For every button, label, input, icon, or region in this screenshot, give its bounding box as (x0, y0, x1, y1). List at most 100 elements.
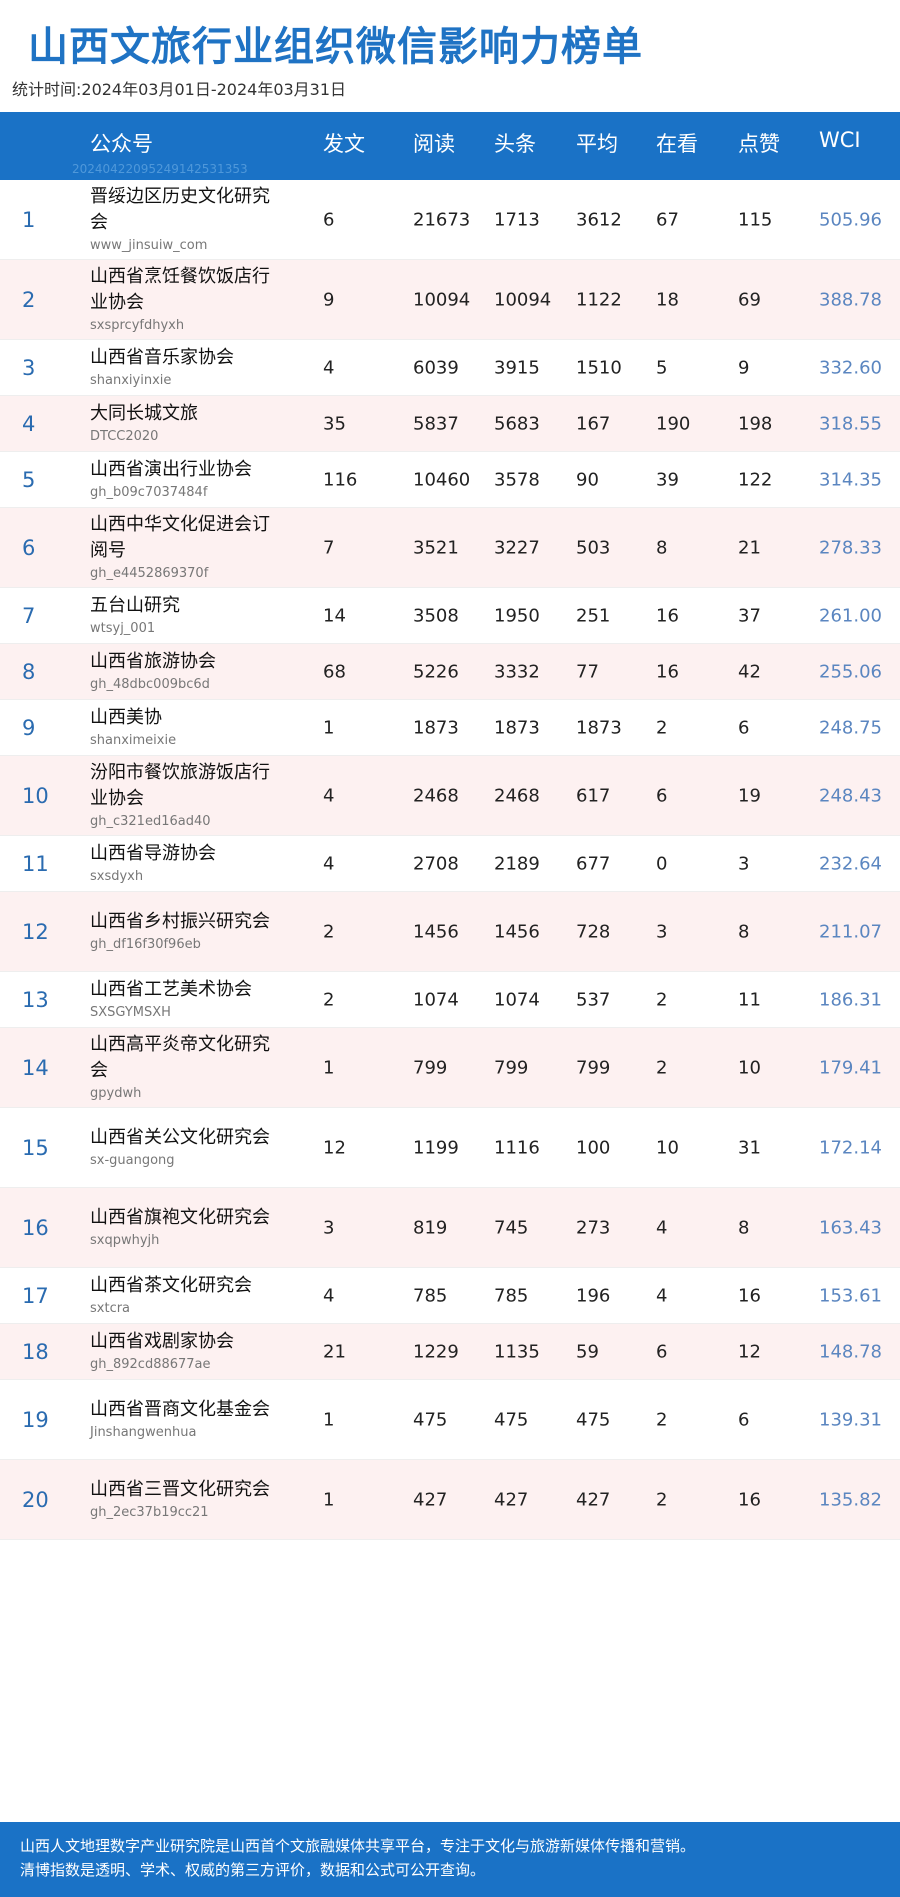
cell-likes: 11 (738, 989, 761, 1010)
col-posts: 发文 (323, 132, 365, 156)
cell-average: 167 (576, 413, 611, 434)
cell-wci: 163.43 (819, 1217, 882, 1238)
cell-watching: 4 (656, 1285, 668, 1306)
cell-reads: 21673 (413, 209, 471, 230)
account-cell: 山西省茶文化研究会 sxtcra (90, 1273, 270, 1319)
cell-posts: 4 (323, 357, 335, 378)
table-row: 3 山西省音乐家协会 shanxiyinxie 4 6039 3915 1510 5 9 332.… (0, 340, 900, 396)
cell-watching: 18 (656, 289, 679, 310)
account-name: 山西高平炎帝文化研究会 (90, 1033, 270, 1081)
rank-number: 6 (22, 535, 36, 560)
cell-average: 196 (576, 1285, 611, 1306)
account-cell: 山西省导游协会 sxsdyxh (90, 841, 270, 887)
account-cell: 山西省晋商文化基金会 Jinshangwenhua (90, 1397, 270, 1443)
account-cell: 汾阳市餐饮旅游饭店行业协会 gh_c321ed16ad40 (90, 760, 270, 832)
account-id: wtsyj_001 (90, 620, 156, 636)
account-id: gh_892cd88677ae (90, 1356, 211, 1372)
cell-watching: 2 (656, 989, 668, 1010)
rank-number: 13 (22, 987, 49, 1012)
footer-line-2: 清博指数是透明、学术、权威的第三方评价，数据和公式可公开查询。 (20, 1861, 486, 1879)
account-name: 晋绥边区历史文化研究会 (90, 185, 270, 233)
cell-likes: 8 (738, 921, 750, 942)
account-id: gh_2ec37b19cc21 (90, 1504, 209, 1520)
ranking-table: 1 晋绥边区历史文化研究会 www_jinsuiw_com 6 21673 1713 361… (0, 180, 900, 1540)
cell-wci: 388.78 (819, 289, 882, 310)
header-id: 20240422095249142531353 (72, 162, 248, 176)
cell-reads: 1873 (413, 717, 459, 738)
page-title: 山西文旅行业组织微信影响力榜单 (28, 24, 643, 70)
account-name: 山西省工艺美术协会 (90, 978, 252, 1000)
cell-likes: 6 (738, 717, 750, 738)
table-row: 8 山西省旅游协会 gh_48dbc009bc6d 68 5226 3332 77 16 42 2… (0, 644, 900, 700)
rank-number: 7 (22, 603, 36, 628)
cell-posts: 1 (323, 1409, 335, 1430)
account-id: gh_b09c7037484f (90, 484, 208, 500)
cell-likes: 16 (738, 1489, 761, 1510)
account-cell: 大同长城文旅 DTCC2020 (90, 401, 270, 447)
cell-average: 90 (576, 469, 599, 490)
cell-watching: 5 (656, 357, 668, 378)
cell-posts: 14 (323, 605, 346, 626)
col-average: 平均 (576, 132, 618, 156)
cell-reads: 475 (413, 1409, 448, 1430)
account-cell: 山西省旅游协会 gh_48dbc009bc6d (90, 649, 270, 695)
cell-reads: 5837 (413, 413, 459, 434)
cell-wci: 172.14 (819, 1137, 882, 1158)
cell-average: 728 (576, 921, 611, 942)
account-id: shanximeixie (90, 732, 177, 748)
footer-line-1: 山西人文地理数字产业研究院是山西首个文旅融媒体共享平台，专注于文化与旅游新媒体传… (20, 1837, 696, 1855)
cell-posts: 4 (323, 785, 335, 806)
cell-watching: 4 (656, 1217, 668, 1238)
cell-reads: 427 (413, 1489, 448, 1510)
account-id: gh_c321ed16ad40 (90, 813, 211, 829)
cell-watching: 39 (656, 469, 679, 490)
cell-headline: 2468 (494, 785, 540, 806)
cell-watching: 16 (656, 661, 679, 682)
cell-posts: 2 (323, 989, 335, 1010)
account-id: gh_df16f30f96eb (90, 936, 201, 952)
rank-number: 11 (22, 851, 49, 876)
rank-number: 2 (22, 287, 36, 312)
account-id: gpydwh (90, 1085, 142, 1101)
cell-reads: 10460 (413, 469, 471, 490)
cell-posts: 21 (323, 1341, 346, 1362)
rank-number: 18 (22, 1339, 49, 1364)
cell-likes: 19 (738, 785, 761, 806)
account-id: sxqpwhyjh (90, 1232, 160, 1248)
table-row: 7 五台山研究 wtsyj_001 14 3508 1950 251 16 37 261.00 (0, 588, 900, 644)
cell-wci: 148.78 (819, 1341, 882, 1362)
rank-number: 8 (22, 659, 36, 684)
rank-number: 19 (22, 1407, 49, 1432)
cell-wci: 318.55 (819, 413, 882, 434)
cell-posts: 1 (323, 1057, 335, 1078)
cell-posts: 2 (323, 921, 335, 942)
cell-average: 251 (576, 605, 611, 626)
account-name: 山西省晋商文化基金会 (90, 1398, 270, 1420)
cell-headline: 475 (494, 1409, 529, 1430)
table-row: 11 山西省导游协会 sxsdyxh 4 2708 2189 677 0 3 232.64 (0, 836, 900, 892)
table-row: 20 山西省三晋文化研究会 gh_2ec37b19cc21 1 427 427 427 2 16… (0, 1460, 900, 1540)
cell-wci: 332.60 (819, 357, 882, 378)
rank-number: 20 (22, 1487, 49, 1512)
cell-headline: 745 (494, 1217, 529, 1238)
cell-average: 3612 (576, 209, 622, 230)
cell-watching: 67 (656, 209, 679, 230)
cell-reads: 1199 (413, 1137, 459, 1158)
cell-watching: 2 (656, 717, 668, 738)
cell-watching: 3 (656, 921, 668, 942)
cell-wci: 232.64 (819, 853, 882, 874)
cell-posts: 68 (323, 661, 346, 682)
account-id: gh_e4452869370f (90, 565, 209, 581)
account-name: 山西省乡村振兴研究会 (90, 910, 270, 932)
statistics-period: 统计时间:2024年03月01日-2024年03月31日 (12, 80, 347, 99)
rank-number: 10 (22, 783, 49, 808)
table-row: 5 山西省演出行业协会 gh_b09c7037484f 116 10460 3578 90 3… (0, 452, 900, 508)
cell-wci: 248.75 (819, 717, 882, 738)
col-account: 公众号 (90, 132, 153, 156)
account-name: 山西省旗袍文化研究会 (90, 1206, 270, 1228)
cell-headline: 3332 (494, 661, 540, 682)
cell-likes: 69 (738, 289, 761, 310)
cell-headline: 2189 (494, 853, 540, 874)
account-name: 山西中华文化促进会订阅号 (90, 513, 270, 561)
cell-likes: 21 (738, 537, 761, 558)
